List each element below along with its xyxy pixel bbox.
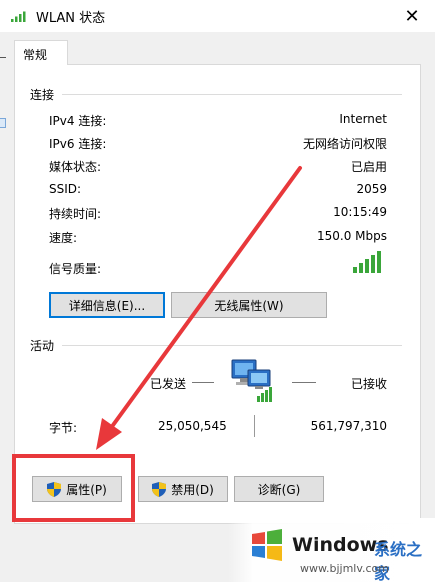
speed-label: 速度: — [49, 231, 78, 245]
wireless-properties-button-label: 无线属性(W) — [214, 298, 284, 313]
network-computers-icon — [231, 359, 272, 402]
duration-value: 10:15:49 — [333, 205, 387, 219]
wireless-properties-button[interactable]: 无线属性(W) — [171, 292, 327, 318]
media-state-value: 已启用 — [350, 160, 387, 174]
ssid-value: 2059 — [356, 182, 387, 196]
properties-button-label: 属性(P) — [66, 482, 107, 497]
tab-general-label: 常规 — [23, 48, 48, 62]
disable-button-label: 禁用(D) — [171, 482, 214, 497]
close-button[interactable]: ✕ — [389, 0, 435, 32]
received-line — [292, 382, 316, 383]
wifi-signal-icon — [11, 11, 26, 22]
activity-divider — [62, 345, 402, 346]
disable-button[interactable]: 禁用(D) — [138, 476, 228, 502]
details-button-label: 详细信息(E)... — [68, 298, 146, 313]
watermark-cn-text: 系统之家 — [374, 540, 423, 582]
ipv6-value: 无网络访问权限 — [302, 137, 387, 151]
signal-quality-label: 信号质量: — [49, 262, 102, 276]
watermark-url: www.bjjmlv.com — [300, 562, 389, 575]
received-label: 已接收 — [350, 377, 387, 391]
ipv6-label: IPv6 连接: — [49, 137, 107, 151]
sent-label: 已发送 — [150, 377, 187, 391]
tab-general[interactable]: 常规 — [14, 40, 68, 65]
background-window-edge — [0, 52, 8, 64]
connection-section-title: 连接 — [30, 88, 55, 102]
duration-label: 持续时间: — [49, 207, 102, 221]
watermark: Windows 系统之家 www.bjjmlv.com — [228, 518, 435, 582]
title-bar: WLAN 状态 ✕ — [0, 0, 435, 32]
windows-logo-icon — [252, 529, 282, 561]
media-state-label: 媒体状态: — [49, 160, 102, 174]
diagnose-button-label: 诊断(G) — [257, 482, 301, 497]
sent-line — [192, 382, 214, 383]
close-icon: ✕ — [404, 5, 420, 27]
connection-divider — [62, 94, 402, 95]
uac-shield-icon — [47, 481, 62, 497]
diagnose-button[interactable]: 诊断(G) — [234, 476, 324, 502]
ssid-label: SSID: — [49, 182, 82, 196]
ipv4-value: Internet — [339, 112, 387, 126]
ipv4-label: IPv4 连接: — [49, 114, 107, 128]
signal-bars-icon — [353, 251, 381, 273]
details-button[interactable]: 详细信息(E)... — [49, 292, 165, 318]
background-window-edge-icon — [0, 118, 8, 130]
bytes-received-value: 561,797,310 — [310, 419, 387, 433]
properties-button[interactable]: 属性(P) — [32, 476, 122, 502]
activity-section-title: 活动 — [30, 339, 55, 353]
bytes-label: 字节: — [49, 421, 78, 435]
uac-shield-icon — [152, 481, 167, 497]
speed-value: 150.0 Mbps — [316, 229, 387, 243]
bytes-separator — [254, 415, 255, 437]
window-title: WLAN 状态 — [36, 11, 106, 26]
bytes-sent-value: 25,050,545 — [158, 419, 227, 433]
